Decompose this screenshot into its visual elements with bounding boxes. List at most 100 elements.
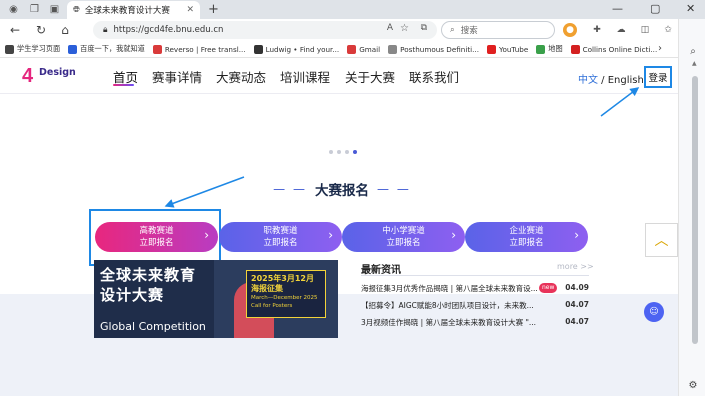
bookmark-label: Posthumous Definiti... — [400, 44, 480, 54]
nav-contact[interactable]: 联系我们 — [409, 67, 459, 86]
bookmark-label: Collins Online Dicti... — [582, 44, 658, 54]
bookmark-favicon-icon — [570, 44, 580, 54]
scroll-up-icon[interactable]: ▲ — [692, 60, 697, 67]
lock-icon: 🔒︎ — [103, 25, 108, 35]
refresh-icon[interactable]: ↻ — [34, 23, 48, 37]
site-header: 4 Design 首页 赛事详情 大赛动态 培训课程 关于大赛 联系我们 中文 … — [0, 58, 678, 94]
carousel-dot[interactable] — [329, 150, 333, 154]
bookmark-label: Reverso | Free transl... — [164, 44, 246, 54]
search-input[interactable]: ⌕ 搜索 — [441, 21, 555, 39]
extension-icon[interactable]: ● — [563, 23, 577, 37]
sidebar-search-icon[interactable]: ⌕ — [687, 45, 699, 57]
news-date: 04.07 — [565, 300, 589, 309]
nav-competition-details[interactable]: 赛事详情 — [152, 67, 202, 86]
track-name: 职教赛道 — [263, 226, 298, 236]
bookmark-item[interactable]: Collins Online Dicti... — [570, 44, 658, 54]
bookmark-favicon-icon — [152, 44, 162, 54]
browser-toolbar: ← ↻ ⌂ 🔒︎ https://gcd4fe.bnu.edu.cn A ☆ ⧉… — [0, 19, 705, 41]
profile-icon[interactable]: ◉ — [7, 3, 20, 16]
split-screen-icon[interactable]: ◫ — [638, 23, 652, 37]
track-button-enterprise[interactable]: 企业赛道 立即报名 › — [465, 222, 588, 252]
bookmark-item[interactable]: YouTube — [487, 44, 528, 54]
news-title: 海报征集3月优秀作品揭晓 | 第八届全球未来教育设... — [361, 284, 538, 293]
nav-about[interactable]: 关于大赛 — [345, 67, 395, 86]
back-icon[interactable]: ← — [8, 23, 22, 37]
scroll-thumb[interactable] — [692, 76, 698, 344]
page-scrollbar[interactable]: ▲ — [691, 58, 699, 396]
chevron-right-icon: › — [204, 228, 209, 242]
login-button[interactable]: 登录 — [644, 66, 672, 88]
url-text: https://gcd4fe.bnu.edu.cn — [113, 25, 224, 35]
news-more-link[interactable]: more >> — [557, 262, 594, 271]
nav-news[interactable]: 大赛动态 — [216, 67, 266, 86]
poster-box-date-en: March—December 2025 — [251, 295, 318, 301]
collections-icon[interactable]: ⧉ — [421, 23, 427, 33]
section-title: — — 大赛报名 — — — [262, 180, 422, 199]
track-name: 中小学赛道 — [382, 226, 425, 236]
chevron-right-icon: › — [328, 228, 333, 242]
search-icon: ⌕ — [450, 25, 455, 35]
website: 4 Design 首页 赛事详情 大赛动态 培训课程 关于大赛 联系我们 中文 … — [0, 58, 678, 396]
bookmark-item[interactable]: Posthumous Definiti... — [388, 44, 480, 54]
lang-separator: / — [598, 75, 608, 86]
bookmark-item[interactable]: Reverso | Free transl... — [152, 44, 246, 54]
news-item[interactable]: 【招募令】AIGC赋能8小时团队项目设计，未来教... 04.07 — [361, 300, 589, 312]
favorites-icon[interactable]: ✩ — [661, 23, 675, 37]
poster-title-1: 全球未来教育 — [100, 266, 197, 284]
extension-puzzle-icon[interactable]: ✚ — [590, 23, 604, 37]
news-item[interactable]: 海报征集3月优秀作品揭晓 | 第八届全球未来教育设... new 04.09 — [361, 283, 589, 295]
bookmark-item[interactable]: 百度一下，我就知道 — [68, 44, 145, 54]
track-button-higher-ed[interactable]: 高教赛道 立即报名 › — [95, 222, 218, 252]
logo-text: Design — [39, 67, 76, 78]
poster-box-call: 海报征集 — [251, 284, 283, 293]
chevron-right-icon[interactable]: › — [658, 43, 662, 54]
bookmark-item[interactable]: Gmail — [347, 44, 380, 54]
new-tab-icon[interactable]: + — [208, 2, 219, 17]
carousel-dot[interactable] — [337, 150, 341, 154]
bookmark-item[interactable]: Ludwig • Find your... — [253, 44, 339, 54]
chevron-up-icon: ︿ — [654, 233, 669, 249]
bookmark-favicon-icon — [253, 44, 263, 54]
track-name: 高教赛道 — [139, 226, 174, 236]
maximize-icon[interactable]: ▢ — [650, 2, 660, 15]
carousel-dot[interactable] — [345, 150, 349, 154]
news-date: 04.07 — [565, 317, 589, 326]
bookmark-item[interactable]: 学生学习页面 — [5, 44, 60, 54]
home-icon[interactable]: ⌂ — [58, 23, 72, 37]
customer-service-icon[interactable]: ☺ — [644, 302, 664, 322]
read-aloud-icon[interactable]: A — [387, 23, 393, 33]
poster-banner[interactable]: 全球未来教育 设计大赛 Global Competition 2025年3月12… — [94, 260, 338, 338]
lang-english[interactable]: English — [608, 75, 644, 86]
news-heading: 最新资讯 — [361, 265, 401, 276]
lang-chinese[interactable]: 中文 — [578, 75, 598, 86]
address-bar[interactable]: 🔒︎ https://gcd4fe.bnu.edu.cn A ☆ ⧉ — [93, 21, 437, 39]
carousel-dot-active[interactable] — [353, 150, 357, 154]
track-button-vocational[interactable]: 职教赛道 立即报名 › — [219, 222, 342, 252]
nav-courses[interactable]: 培训课程 — [280, 67, 330, 86]
search-placeholder: 搜索 — [460, 26, 478, 36]
track-button-k12[interactable]: 中小学赛道 立即报名 › — [342, 222, 465, 252]
bookmark-favicon-icon — [487, 44, 497, 54]
site-logo[interactable]: 4 Design — [22, 64, 76, 92]
bookmark-favicon-icon — [347, 44, 357, 54]
chevron-right-icon: › — [574, 228, 579, 242]
tab-actions-icon[interactable]: ▣ — [48, 3, 61, 16]
news-item[interactable]: 3月视频佳作揭晓 | 第八届全球未来教育设计大赛 "... 04.07 — [361, 317, 589, 329]
cloud-icon[interactable]: ☁ — [614, 23, 628, 37]
back-to-top-button[interactable]: ︿ — [645, 223, 678, 257]
tab-bar: ◉ ❐ ▣ 🌐︎ 全球未来教育设计大赛 ✕ + — ▢ ✕ — [0, 0, 705, 19]
close-window-icon[interactable]: ✕ — [686, 2, 695, 15]
bookmark-favicon-icon — [388, 44, 398, 54]
bookmark-favicon-icon — [536, 44, 546, 54]
workspaces-icon[interactable]: ❐ — [28, 3, 41, 16]
close-tab-icon[interactable]: ✕ — [186, 5, 194, 15]
bookmark-item[interactable]: 地图 — [536, 44, 563, 54]
minimize-icon[interactable]: — — [612, 2, 623, 15]
track-action: 立即报名 — [263, 238, 298, 248]
globe-icon: 🌐︎ — [73, 5, 80, 15]
favorite-star-icon[interactable]: ☆ — [400, 23, 409, 34]
active-tab[interactable]: 🌐︎ 全球未来教育设计大赛 ✕ — [67, 1, 200, 19]
new-badge: new — [539, 283, 558, 293]
track-action: 立即报名 — [509, 238, 544, 248]
poster-box-call-en: Call for Posters — [251, 303, 293, 309]
